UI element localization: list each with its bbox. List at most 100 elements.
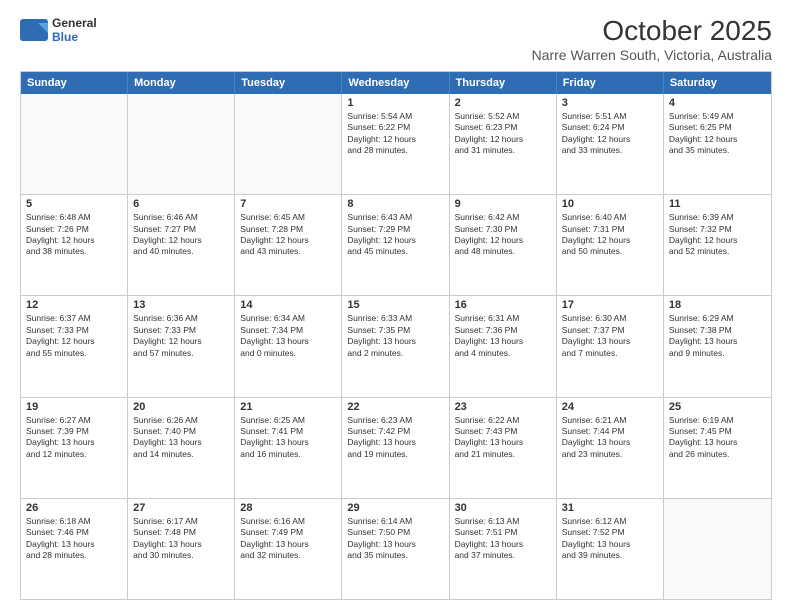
calendar-week-1: 1Sunrise: 5:54 AM Sunset: 6:22 PM Daylig… bbox=[21, 94, 771, 195]
day-info: Sunrise: 6:25 AM Sunset: 7:41 PM Dayligh… bbox=[240, 415, 336, 461]
day-info: Sunrise: 6:17 AM Sunset: 7:48 PM Dayligh… bbox=[133, 516, 229, 562]
calendar-week-2: 5 Sunrise: 6:48 AM Sunset: 7:26 PM Daylig… bbox=[21, 195, 771, 296]
calendar-cell: 31 Sunrise: 6:12 AM Sunset: 7:52 PM Dayli… bbox=[557, 499, 664, 599]
calendar-body: 1Sunrise: 5:54 AM Sunset: 6:22 PM Daylig… bbox=[21, 94, 771, 599]
calendar-cell: 6Sunrise: 6:46 AM Sunset: 7:27 PM Daylig… bbox=[128, 195, 235, 295]
day-number: 16 bbox=[455, 299, 551, 311]
logo: General Blue bbox=[20, 16, 97, 44]
calendar-cell: 14 Sunrise: 6:34 AM Sunset: 7:34 PM Dayli… bbox=[235, 296, 342, 396]
calendar-cell: 22 Sunrise: 6:23 AM Sunset: 7:42 PM Dayli… bbox=[342, 398, 449, 498]
day-number: 17 bbox=[562, 299, 658, 311]
day-number: 9 bbox=[455, 198, 551, 210]
day-info: Sunrise: 5:54 AM Sunset: 6:22 PM Dayligh… bbox=[347, 111, 443, 157]
day-info: Sunrise: 6:45 AM Sunset: 7:28 PM Dayligh… bbox=[240, 212, 336, 258]
day-number: 14 bbox=[240, 299, 336, 311]
day-info: Sunrise: 6:14 AM Sunset: 7:50 PM Dayligh… bbox=[347, 516, 443, 562]
day-info: Sunrise: 6:34 AM Sunset: 7:34 PM Dayligh… bbox=[240, 313, 336, 359]
day-number: 31 bbox=[562, 502, 658, 514]
day-info: Sunrise: 6:42 AM Sunset: 7:30 PM Dayligh… bbox=[455, 212, 551, 258]
day-number: 4 bbox=[669, 97, 766, 109]
day-number: 21 bbox=[240, 401, 336, 413]
calendar: SundayMondayTuesdayWednesdayThursdayFrid… bbox=[20, 71, 772, 600]
calendar-cell: 5 Sunrise: 6:48 AM Sunset: 7:26 PM Daylig… bbox=[21, 195, 128, 295]
header-day-thursday: Thursday bbox=[450, 72, 557, 94]
day-info: Sunrise: 6:36 AM Sunset: 7:33 PM Dayligh… bbox=[133, 313, 229, 359]
day-info: Sunrise: 6:31 AM Sunset: 7:36 PM Dayligh… bbox=[455, 313, 551, 359]
day-info: Sunrise: 6:23 AM Sunset: 7:42 PM Dayligh… bbox=[347, 415, 443, 461]
calendar-cell: 30Sunrise: 6:13 AM Sunset: 7:51 PM Dayli… bbox=[450, 499, 557, 599]
calendar-cell: 25Sunrise: 6:19 AM Sunset: 7:45 PM Dayli… bbox=[664, 398, 771, 498]
calendar-cell bbox=[21, 94, 128, 194]
day-number: 15 bbox=[347, 299, 443, 311]
day-info: Sunrise: 6:26 AM Sunset: 7:40 PM Dayligh… bbox=[133, 415, 229, 461]
day-number: 26 bbox=[26, 502, 122, 514]
calendar-cell: 10 Sunrise: 6:40 AM Sunset: 7:31 PM Dayli… bbox=[557, 195, 664, 295]
calendar-cell: 9 Sunrise: 6:42 AM Sunset: 7:30 PM Daylig… bbox=[450, 195, 557, 295]
calendar-cell: 26 Sunrise: 6:18 AM Sunset: 7:46 PM Dayli… bbox=[21, 499, 128, 599]
header-day-saturday: Saturday bbox=[664, 72, 771, 94]
calendar-cell: 28Sunrise: 6:16 AM Sunset: 7:49 PM Dayli… bbox=[235, 499, 342, 599]
day-number: 30 bbox=[455, 502, 551, 514]
day-number: 11 bbox=[669, 198, 766, 210]
day-info: Sunrise: 6:21 AM Sunset: 7:44 PM Dayligh… bbox=[562, 415, 658, 461]
day-info: Sunrise: 5:51 AM Sunset: 6:24 PM Dayligh… bbox=[562, 111, 658, 157]
calendar-cell: 4Sunrise: 5:49 AM Sunset: 6:25 PM Daylig… bbox=[664, 94, 771, 194]
calendar-cell: 13 Sunrise: 6:36 AM Sunset: 7:33 PM Dayli… bbox=[128, 296, 235, 396]
day-number: 10 bbox=[562, 198, 658, 210]
calendar-cell: 21 Sunrise: 6:25 AM Sunset: 7:41 PM Dayli… bbox=[235, 398, 342, 498]
calendar-cell bbox=[235, 94, 342, 194]
day-info: Sunrise: 6:29 AM Sunset: 7:38 PM Dayligh… bbox=[669, 313, 766, 359]
calendar-cell: 12 Sunrise: 6:37 AM Sunset: 7:33 PM Dayli… bbox=[21, 296, 128, 396]
page-title: October 2025 bbox=[532, 16, 772, 47]
day-number: 7 bbox=[240, 198, 336, 210]
day-number: 3 bbox=[562, 97, 658, 109]
calendar-cell: 7 Sunrise: 6:45 AM Sunset: 7:28 PM Daylig… bbox=[235, 195, 342, 295]
calendar-cell: 29Sunrise: 6:14 AM Sunset: 7:50 PM Dayli… bbox=[342, 499, 449, 599]
day-info: Sunrise: 6:12 AM Sunset: 7:52 PM Dayligh… bbox=[562, 516, 658, 562]
header-day-friday: Friday bbox=[557, 72, 664, 94]
day-number: 22 bbox=[347, 401, 443, 413]
day-number: 28 bbox=[240, 502, 336, 514]
day-info: Sunrise: 6:46 AM Sunset: 7:27 PM Dayligh… bbox=[133, 212, 229, 258]
calendar-week-3: 12 Sunrise: 6:37 AM Sunset: 7:33 PM Dayli… bbox=[21, 296, 771, 397]
day-number: 19 bbox=[26, 401, 122, 413]
calendar-header: SundayMondayTuesdayWednesdayThursdayFrid… bbox=[21, 72, 771, 94]
day-info: Sunrise: 5:52 AM Sunset: 6:23 PM Dayligh… bbox=[455, 111, 551, 157]
day-number: 20 bbox=[133, 401, 229, 413]
day-number: 5 bbox=[26, 198, 122, 210]
day-info: Sunrise: 6:27 AM Sunset: 7:39 PM Dayligh… bbox=[26, 415, 122, 461]
header-day-sunday: Sunday bbox=[21, 72, 128, 94]
day-number: 2 bbox=[455, 97, 551, 109]
day-info: Sunrise: 6:30 AM Sunset: 7:37 PM Dayligh… bbox=[562, 313, 658, 359]
calendar-cell: 27 Sunrise: 6:17 AM Sunset: 7:48 PM Dayli… bbox=[128, 499, 235, 599]
logo-icon bbox=[20, 19, 48, 41]
day-info: Sunrise: 6:37 AM Sunset: 7:33 PM Dayligh… bbox=[26, 313, 122, 359]
day-number: 24 bbox=[562, 401, 658, 413]
calendar-cell: 20 Sunrise: 6:26 AM Sunset: 7:40 PM Dayli… bbox=[128, 398, 235, 498]
calendar-week-5: 26 Sunrise: 6:18 AM Sunset: 7:46 PM Dayli… bbox=[21, 499, 771, 599]
calendar-cell: 1Sunrise: 5:54 AM Sunset: 6:22 PM Daylig… bbox=[342, 94, 449, 194]
calendar-cell: 11 Sunrise: 6:39 AM Sunset: 7:32 PM Dayli… bbox=[664, 195, 771, 295]
page-subtitle: Narre Warren South, Victoria, Australia bbox=[532, 47, 772, 63]
logo-text: General Blue bbox=[52, 16, 97, 44]
calendar-cell: 16 Sunrise: 6:31 AM Sunset: 7:36 PM Dayli… bbox=[450, 296, 557, 396]
day-number: 13 bbox=[133, 299, 229, 311]
calendar-cell: 18 Sunrise: 6:29 AM Sunset: 7:38 PM Dayli… bbox=[664, 296, 771, 396]
header: General Blue October 2025 Narre Warren S… bbox=[20, 16, 772, 63]
calendar-cell: 8Sunrise: 6:43 AM Sunset: 7:29 PM Daylig… bbox=[342, 195, 449, 295]
day-number: 23 bbox=[455, 401, 551, 413]
day-info: Sunrise: 6:48 AM Sunset: 7:26 PM Dayligh… bbox=[26, 212, 122, 258]
day-info: Sunrise: 6:33 AM Sunset: 7:35 PM Dayligh… bbox=[347, 313, 443, 359]
day-info: Sunrise: 6:18 AM Sunset: 7:46 PM Dayligh… bbox=[26, 516, 122, 562]
day-number: 12 bbox=[26, 299, 122, 311]
day-number: 18 bbox=[669, 299, 766, 311]
calendar-cell: 15 Sunrise: 6:33 AM Sunset: 7:35 PM Dayli… bbox=[342, 296, 449, 396]
day-info: Sunrise: 6:39 AM Sunset: 7:32 PM Dayligh… bbox=[669, 212, 766, 258]
day-info: Sunrise: 6:43 AM Sunset: 7:29 PM Dayligh… bbox=[347, 212, 443, 258]
calendar-week-4: 19 Sunrise: 6:27 AM Sunset: 7:39 PM Dayli… bbox=[21, 398, 771, 499]
calendar-cell bbox=[128, 94, 235, 194]
day-number: 27 bbox=[133, 502, 229, 514]
title-block: October 2025 Narre Warren South, Victori… bbox=[532, 16, 772, 63]
day-info: Sunrise: 6:40 AM Sunset: 7:31 PM Dayligh… bbox=[562, 212, 658, 258]
calendar-cell: 3 Sunrise: 5:51 AM Sunset: 6:24 PM Daylig… bbox=[557, 94, 664, 194]
